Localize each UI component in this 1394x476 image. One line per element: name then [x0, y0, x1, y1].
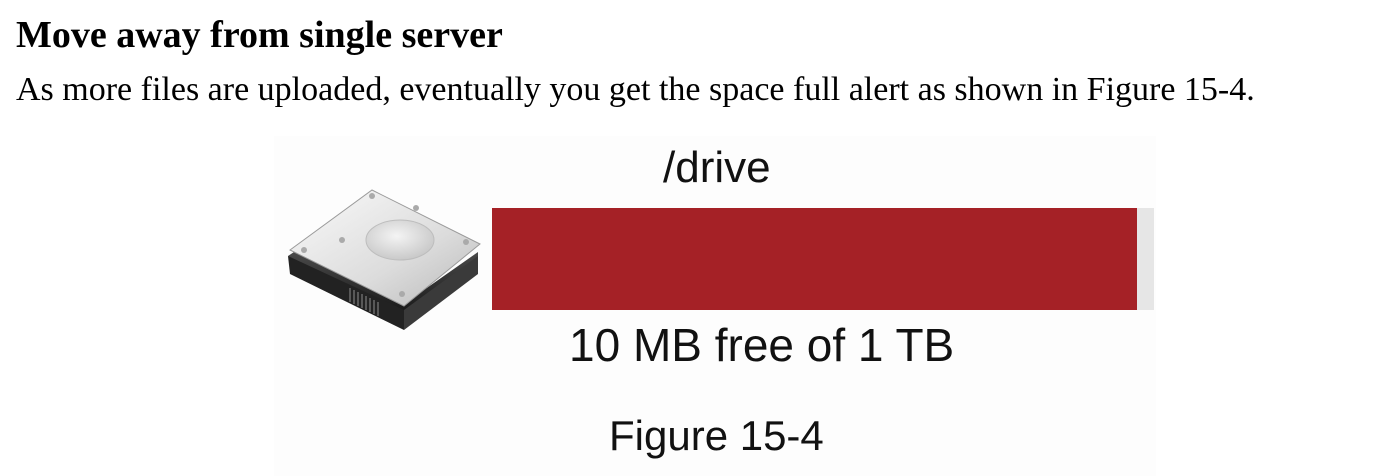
free-space-label: 10 MB free of 1 TB [569, 319, 955, 371]
storage-figure: /drive 10 MB free of 1 TB Figure 15-4 [274, 136, 1156, 476]
usage-bar [492, 208, 1154, 310]
figure-caption: Figure 15-4 [609, 412, 824, 459]
drive-label: /drive [663, 143, 771, 192]
usage-bar-fill [492, 208, 1138, 310]
section-heading: Move away from single server [16, 14, 503, 56]
hard-drive-icon [288, 189, 481, 330]
document-page: Move away from single server As more fil… [0, 0, 1394, 476]
body-paragraph: As more files are uploaded, eventually y… [16, 71, 1255, 108]
